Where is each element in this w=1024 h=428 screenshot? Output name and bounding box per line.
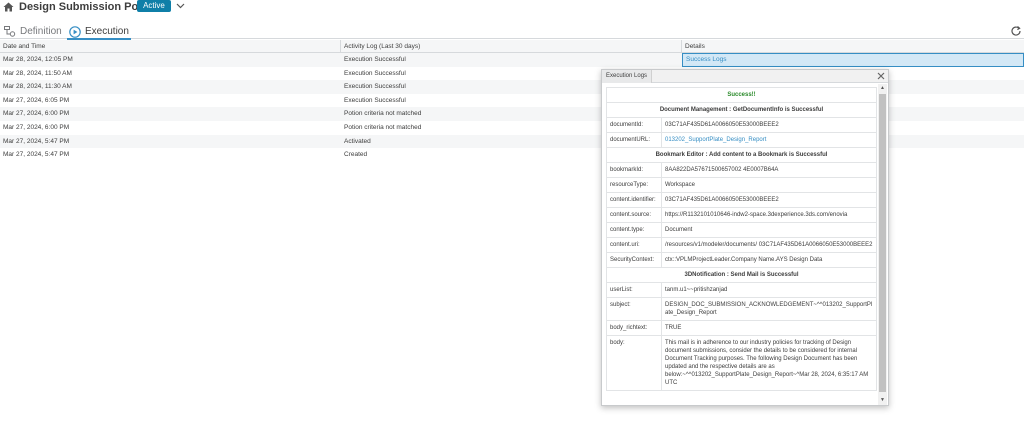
dialog-title[interactable]: Execution Logs [602, 70, 653, 83]
cell-date: Mar 27, 2024, 6:05 PM [3, 96, 70, 104]
field-value: tanm.u1~~pritishzanjad [661, 282, 877, 298]
field-label: documentURL: [606, 132, 662, 148]
field-label: content.type: [606, 222, 662, 238]
chevron-down-icon[interactable] [176, 2, 185, 10]
column-header-details[interactable]: Details [682, 40, 1024, 53]
cell-date: Mar 28, 2024, 11:30 AM [3, 83, 72, 91]
field-value: 8AA822DA57671500657002 4E0007B64A [661, 162, 877, 178]
field-value: DESIGN_DOC_SUBMISSION_ACKNOWLEDGEMENT~^^… [661, 297, 877, 321]
top-bar: Design Submission Potion Active [0, 0, 1024, 16]
field-label: SecurityContext: [606, 252, 662, 268]
status-badge[interactable]: Active [137, 0, 171, 12]
column-header-activity[interactable]: Activity Log (Last 30 days) [341, 40, 682, 53]
field-label: subject: [606, 297, 662, 321]
log-field: body: This mail is in adherence to our in… [606, 335, 877, 391]
field-label: resourceType: [606, 177, 662, 193]
cell-activity: Execution Successful [344, 83, 406, 91]
log-field: userList: tanm.u1~~pritishzanjad [606, 282, 877, 298]
close-icon[interactable] [877, 72, 885, 80]
grid-header: Date and Time Activity Log (Last 30 days… [0, 40, 1024, 53]
table-row[interactable]: Mar 28, 2024, 12:05 PM Execution Success… [0, 53, 1024, 67]
field-value: Document [661, 222, 877, 238]
cell-date: Mar 27, 2024, 5:47 PM [3, 137, 70, 145]
field-value: /resources/v1/modeler/documents/ 03C71AF… [661, 237, 877, 253]
log-field: documentURL: 013202_SupportPlate_Design_R… [606, 132, 877, 148]
tab-execution[interactable]: Execution [67, 24, 131, 40]
tab-label: Execution [85, 26, 129, 37]
cell-date: Mar 27, 2024, 5:47 PM [3, 151, 70, 159]
tab-definition[interactable]: Definition [4, 24, 62, 39]
field-value: Workspace [661, 177, 877, 193]
field-label: content.source: [606, 207, 662, 223]
section-heading: Bookmark Editor : Add content to a Bookm… [606, 147, 877, 163]
scroll-down-icon[interactable]: ▼ [879, 397, 886, 404]
cell-activity: Execution Successful [344, 96, 406, 104]
cell-date: Mar 27, 2024, 6:00 PM [3, 123, 70, 131]
cell-date: Mar 28, 2024, 11:50 AM [3, 69, 72, 77]
log-field: documentId: 03C71AF435D61A0066050E53000BE… [606, 117, 877, 133]
dialog-header: Execution Logs [602, 70, 888, 83]
scroll-up-icon[interactable]: ▲ [879, 85, 886, 92]
section-heading: 3DNotification : Send Mail is Successful [606, 267, 877, 283]
field-value: ctx::VPLMProjectLeader.Company Name.AYS … [661, 252, 877, 268]
field-label: content.uri: [606, 237, 662, 253]
tab-label: Definition [20, 26, 62, 37]
field-value: TRUE [661, 320, 877, 336]
field-label: documentId: [606, 117, 662, 133]
log-field: body_richtext: TRUE [606, 320, 877, 336]
execution-logs-dialog: Execution Logs Success!! Document Manage… [601, 69, 889, 406]
definition-icon [4, 26, 16, 37]
log-field: resourceType: Workspace [606, 177, 877, 193]
log-field: bookmarkId: 8AA822DA57671500657002 4E0007… [606, 162, 877, 178]
field-label: content.identifier: [606, 192, 662, 208]
logs-table: Success!! Document Management : GetDocum… [606, 87, 877, 391]
success-message: Success!! [606, 87, 877, 103]
field-label: bookmarkId: [606, 162, 662, 178]
log-field: content.uri:/resources/v1/modeler/docume… [606, 237, 877, 253]
cell-activity: Created [344, 151, 368, 159]
log-field: content.type: Document [606, 222, 877, 238]
cell-date: Mar 27, 2024, 6:00 PM [3, 110, 70, 118]
home-icon[interactable] [3, 2, 14, 12]
cell-activity: Execution Successful [344, 69, 406, 77]
field-value: 03C71AF435D61A0066050E53000BEEE2 [661, 192, 877, 208]
dialog-body: Success!! Document Management : GetDocum… [606, 87, 877, 405]
tab-bar: Definition Execution [0, 24, 1024, 40]
log-field: content.identifier: 03C71AF435D61A0066050… [606, 192, 877, 208]
cell-activity: Potion criteria not matched [344, 123, 422, 131]
section-heading: Document Management : GetDocumentInfo is… [606, 102, 877, 118]
log-field: subject: DESIGN_DOC_SUBMISSION_ACKNOWLEDG… [606, 297, 877, 321]
field-label: body_richtext: [606, 320, 662, 336]
field-value: This mail is in adherence to our industr… [661, 335, 877, 391]
field-value: https://R1132101010646-indw2-space.3dexp… [661, 207, 877, 223]
document-url-link[interactable]: 013202_SupportPlate_Design_Report [661, 132, 877, 148]
success-logs-link[interactable]: Success Logs [682, 53, 1024, 67]
cell-date: Mar 28, 2024, 12:05 PM [3, 56, 73, 63]
dialog-scrollbar[interactable]: ▲ ▼ [878, 84, 887, 405]
cell-activity: Activated [344, 137, 371, 145]
scroll-thumb[interactable] [879, 94, 886, 392]
column-header-date[interactable]: Date and Time [0, 40, 341, 53]
field-label: body: [606, 335, 662, 391]
log-field: content.source: https://R1132101010646-in… [606, 207, 877, 223]
log-field: SecurityContext: ctx::VPLMProjectLeader.C… [606, 252, 877, 268]
cell-activity: Potion criteria not matched [344, 110, 422, 118]
field-label: userList: [606, 282, 662, 298]
play-circle-icon [69, 25, 81, 38]
cell-activity: Execution Successful [344, 56, 406, 63]
refresh-icon[interactable] [1010, 25, 1022, 37]
field-value: 03C71AF435D61A0066050E53000BEEE2 [661, 117, 877, 133]
